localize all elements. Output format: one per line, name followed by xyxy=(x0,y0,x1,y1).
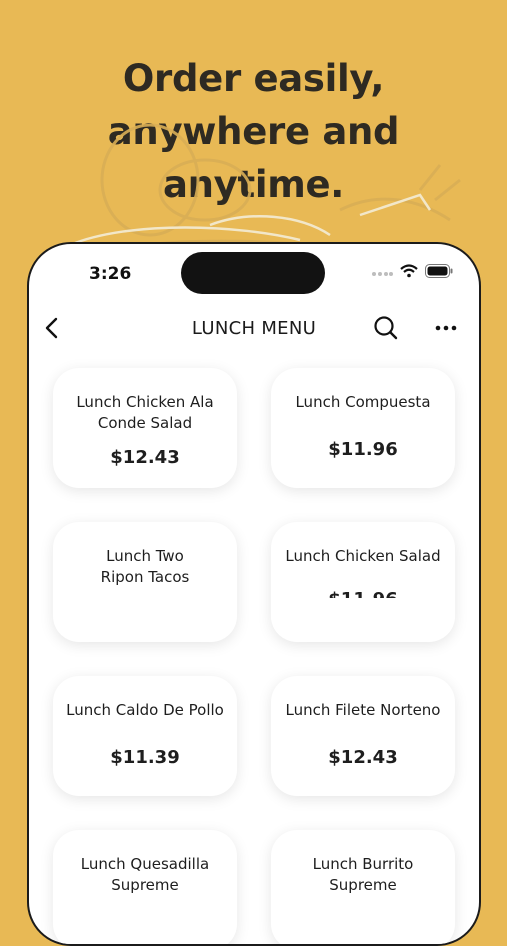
item-name: Lunch Caldo De Pollo xyxy=(66,701,224,719)
item-name: Lunch Two Ripon Tacos xyxy=(100,547,190,586)
menu-item-card[interactable]: Lunch Filete Norteno $12.43 xyxy=(271,676,455,796)
status-time: 3:26 xyxy=(89,264,132,284)
phone-frame: 3:26 LUNCH MENU Lunch Chicken Ala Conde … xyxy=(27,242,481,946)
more-options-icon[interactable] xyxy=(432,314,460,342)
item-price: $12.43 xyxy=(328,747,398,768)
battery-icon xyxy=(425,264,453,278)
menu-item-card[interactable]: Lunch Chicken Salad $11.96 xyxy=(271,522,455,642)
item-name: Lunch Chicken Salad xyxy=(285,547,441,565)
item-price: $12.43 xyxy=(110,447,180,468)
item-price: $11.39 xyxy=(110,747,180,768)
wifi-icon xyxy=(400,264,418,278)
price-mask xyxy=(271,598,455,638)
item-name: Lunch Filete Norteno xyxy=(285,701,441,719)
status-icons xyxy=(371,264,453,278)
menu-item-card[interactable]: Lunch Caldo De Pollo $11.39 xyxy=(53,676,237,796)
menu-item-card[interactable]: Lunch Quesadilla Supreme xyxy=(53,830,237,944)
item-name: Lunch Burrito Supreme xyxy=(312,855,414,894)
menu-item-card[interactable]: Lunch Two Ripon Tacos xyxy=(53,522,237,642)
menu-item-card[interactable]: Lunch Chicken Ala Conde Salad $12.43 xyxy=(53,368,237,488)
signal-icon xyxy=(372,272,393,276)
item-name: Lunch Compuesta xyxy=(295,393,431,411)
headline-line-1: Order easily, xyxy=(122,57,385,100)
navigation-bar: LUNCH MENU xyxy=(29,310,479,346)
page-title: LUNCH MENU xyxy=(191,318,317,339)
menu-item-card[interactable]: Lunch Burrito Supreme xyxy=(271,830,455,944)
item-name: Lunch Quesadilla Supreme xyxy=(80,855,210,894)
item-price: $11.96 xyxy=(328,439,398,460)
item-name: Lunch Chicken Ala Conde Salad xyxy=(76,393,214,432)
search-icon[interactable] xyxy=(372,314,400,342)
dynamic-island xyxy=(181,252,325,294)
menu-item-card[interactable]: Lunch Compuesta $11.96 xyxy=(271,368,455,488)
